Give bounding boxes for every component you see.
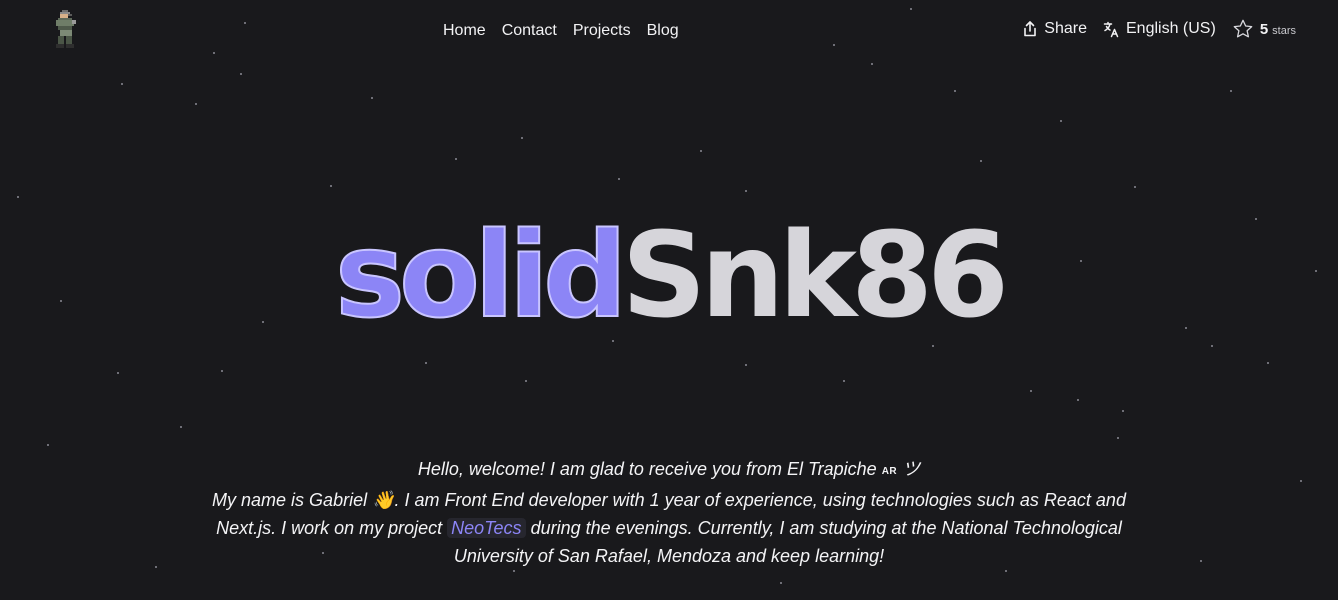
hero-title-solid: solid xyxy=(334,205,629,345)
hero-title: solidSnk86 xyxy=(0,205,1338,345)
translate-icon xyxy=(1103,21,1119,37)
stars-count: 5 stars xyxy=(1260,21,1296,38)
greeting-text: Hello, welcome! I am glad to receive you… xyxy=(417,459,877,479)
bio-part-3: during the evenings. Currently, I am stu… xyxy=(453,518,1122,566)
bio-part-1: My name is Gabriel xyxy=(212,490,368,510)
github-stars-button[interactable]: 5 stars xyxy=(1232,18,1296,40)
wave-emoji: 👋 xyxy=(372,490,395,510)
logo-home-link[interactable] xyxy=(52,10,80,48)
country-code: AR xyxy=(881,466,898,477)
main-nav: Home Contact Projects Blog xyxy=(443,20,679,42)
neotecs-link[interactable]: NeoTecs xyxy=(447,518,526,538)
intro-text: Hello, welcome! I am glad to receive you… xyxy=(180,455,1158,570)
nav-home-link[interactable]: Home xyxy=(443,20,486,42)
nav-projects-link[interactable]: Projects xyxy=(573,20,631,42)
intro-greeting: Hello, welcome! I am glad to receive you… xyxy=(180,455,1158,486)
language-selector[interactable]: English (US) xyxy=(1103,20,1216,38)
page: Home Contact Projects Blog Share English… xyxy=(0,0,1338,600)
intro-bio: My name is Gabriel 👋. I am Front End dev… xyxy=(180,486,1158,570)
site-header: Home Contact Projects Blog Share English… xyxy=(0,0,1338,60)
share-icon xyxy=(1024,21,1037,37)
stars-number: 5 xyxy=(1259,20,1269,38)
nav-contact-link[interactable]: Contact xyxy=(502,20,557,42)
pixel-soldier-icon xyxy=(56,10,76,48)
language-label: English (US) xyxy=(1126,20,1216,37)
header-actions: Share English (US) 5 stars xyxy=(1022,18,1296,40)
share-label: Share xyxy=(1044,20,1087,37)
nav-blog-link[interactable]: Blog xyxy=(647,20,679,42)
share-button[interactable]: Share xyxy=(1022,20,1087,38)
hero-title-snk86: Snk86 xyxy=(621,206,1009,344)
stars-word: stars xyxy=(1272,24,1296,37)
smile-glyph: ツ xyxy=(902,459,921,479)
star-outline-icon xyxy=(1233,19,1253,38)
